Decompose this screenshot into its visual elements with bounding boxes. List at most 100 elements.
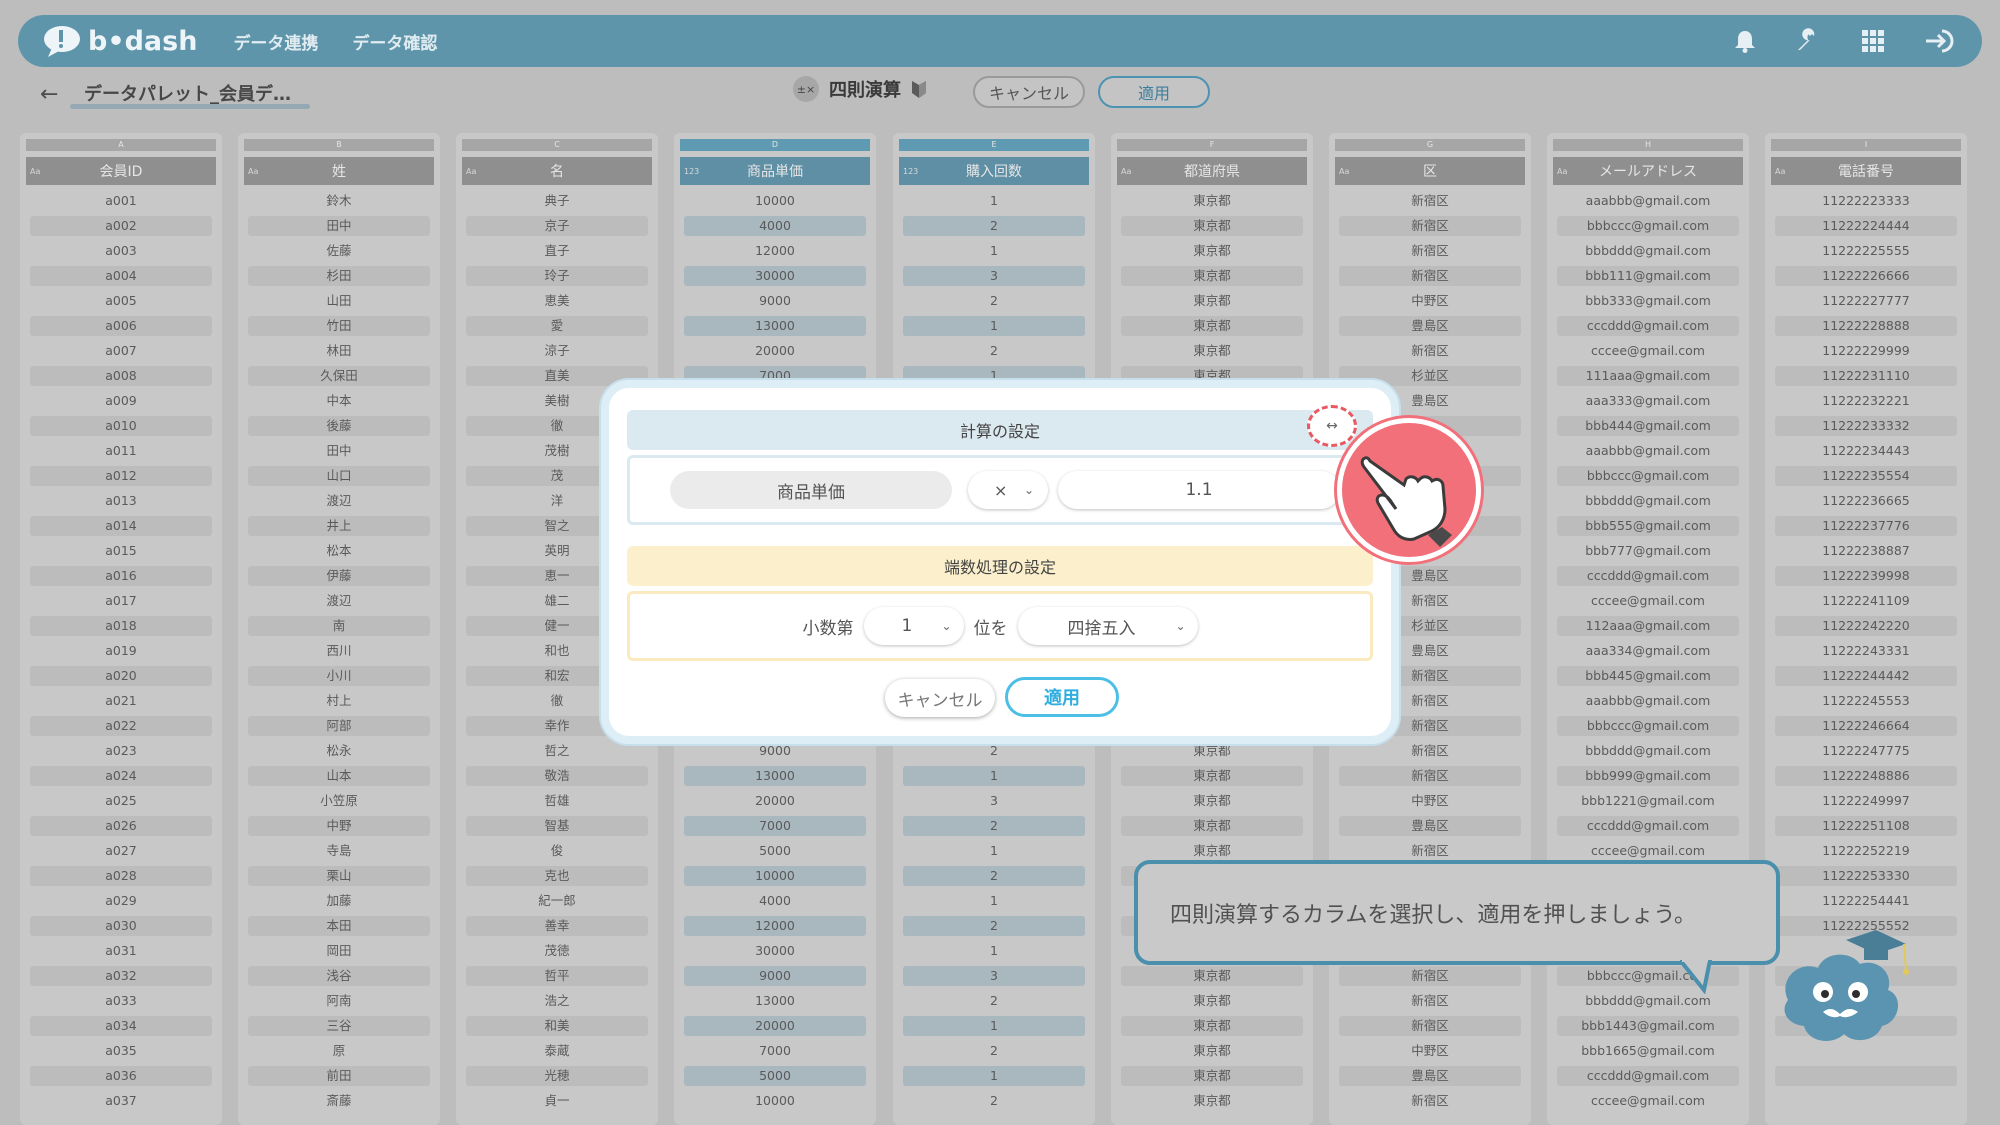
table-cell[interactable]: 11222247775 [1775,741,1957,761]
table-cell[interactable]: bbb1221@gmail.com [1557,791,1739,811]
rounding-method-select[interactable]: 四捨五入 ⌄ [1017,607,1198,645]
table-cell[interactable]: a009 [30,391,212,411]
table-cell[interactable]: 東京都 [1121,191,1303,211]
table-cell[interactable]: 渡辺 [248,491,430,511]
table-cell[interactable]: a012 [30,466,212,486]
table-cell[interactable]: a025 [30,791,212,811]
table-cell[interactable]: 敬浩 [466,766,648,786]
table-cell[interactable]: 東京都 [1121,1041,1303,1061]
table-cell[interactable]: 山田 [248,291,430,311]
table-cell[interactable]: a031 [30,941,212,961]
table-cell[interactable]: 7000 [684,1041,866,1061]
table-cell[interactable]: a022 [30,716,212,736]
table-cell[interactable]: 豊島区 [1339,1066,1521,1086]
table-cell[interactable]: 11222231110 [1775,366,1957,386]
table-cell[interactable]: 東京都 [1121,341,1303,361]
table-cell[interactable]: 本田 [248,916,430,936]
header-cancel-button[interactable]: キャンセル [973,76,1085,108]
table-cell[interactable]: bbb1443@gmail.com [1557,1016,1739,1036]
table-cell[interactable]: bbbddd@gmail.com [1557,741,1739,761]
table-cell[interactable]: 新宿区 [1339,266,1521,286]
column-letter[interactable]: D [680,139,870,151]
table-cell[interactable]: 松永 [248,741,430,761]
table-cell[interactable]: a018 [30,616,212,636]
table-cell[interactable]: 5000 [684,1066,866,1086]
table-cell[interactable]: 112aaa@gmail.com [1557,616,1739,636]
table-cell[interactable]: 11222239998 [1775,566,1957,586]
table-cell[interactable]: a015 [30,541,212,561]
table-cell[interactable]: cccddd@gmail.com [1557,316,1739,336]
table-cell[interactable]: 東京都 [1121,1066,1303,1086]
table-cell[interactable]: a036 [30,1066,212,1086]
table-cell[interactable]: 哲平 [466,966,648,986]
table-cell[interactable]: 茂徳 [466,941,648,961]
table-cell[interactable]: 中野区 [1339,291,1521,311]
table-cell[interactable]: 東京都 [1121,1091,1303,1111]
table-cell[interactable]: bbb777@gmail.com [1557,541,1739,561]
table-cell[interactable]: aaabbb@gmail.com [1557,441,1739,461]
table-cell[interactable]: a020 [30,666,212,686]
table-cell[interactable]: a024 [30,766,212,786]
table-cell[interactable]: 11222246664 [1775,716,1957,736]
table-cell[interactable]: aaa333@gmail.com [1557,391,1739,411]
table-cell[interactable]: 豊島区 [1339,816,1521,836]
table-cell[interactable]: aaa334@gmail.com [1557,641,1739,661]
table-cell[interactable]: a017 [30,591,212,611]
column-letter[interactable]: G [1335,139,1525,151]
table-cell[interactable]: a026 [30,816,212,836]
table-cell[interactable]: 杉田 [248,266,430,286]
table-cell[interactable]: 豊島区 [1339,316,1521,336]
table-cell[interactable]: 光穂 [466,1066,648,1086]
table-cell[interactable]: 阿南 [248,991,430,1011]
table-cell[interactable]: 浩之 [466,991,648,1011]
table-cell[interactable]: 新宿区 [1339,841,1521,861]
table-cell[interactable]: bbb1665@gmail.com [1557,1041,1739,1061]
table-cell[interactable]: 12000 [684,241,866,261]
table-cell[interactable]: 11222251108 [1775,816,1957,836]
table-cell[interactable]: 岡田 [248,941,430,961]
column-header[interactable]: Aa 都道府県 [1117,157,1307,185]
table-cell[interactable]: 2 [903,341,1085,361]
table-cell[interactable]: 東京都 [1121,266,1303,286]
table-cell[interactable]: 西川 [248,641,430,661]
table-cell[interactable]: 渡辺 [248,591,430,611]
table-cell[interactable]: 1 [903,841,1085,861]
table-cell[interactable]: 愛 [466,316,648,336]
table-cell[interactable]: a010 [30,416,212,436]
table-cell[interactable]: 2 [903,866,1085,886]
table-cell[interactable]: 南 [248,616,430,636]
table-cell[interactable]: 11222228888 [1775,316,1957,336]
table-cell[interactable]: 10000 [684,1091,866,1111]
table-cell[interactable]: 3 [903,966,1085,986]
table-cell[interactable]: 中野区 [1339,791,1521,811]
table-cell[interactable]: 2 [903,216,1085,236]
table-cell[interactable]: bbb445@gmail.com [1557,666,1739,686]
table-cell[interactable]: a033 [30,991,212,1011]
table-cell[interactable]: 新宿区 [1339,766,1521,786]
table-cell[interactable]: 11222238887 [1775,541,1957,561]
table-cell[interactable]: 鈴木 [248,191,430,211]
table-cell[interactable]: 村上 [248,691,430,711]
table-cell[interactable]: 30000 [684,941,866,961]
table-cell[interactable]: a008 [30,366,212,386]
table-cell[interactable]: 11222229999 [1775,341,1957,361]
table-cell[interactable]: a001 [30,191,212,211]
column-letter[interactable]: E [899,139,1089,151]
table-cell[interactable]: bbb444@gmail.com [1557,416,1739,436]
logo[interactable]: b•dash [42,24,197,58]
table-cell[interactable]: 1 [903,316,1085,336]
table-cell[interactable]: 9000 [684,291,866,311]
table-cell[interactable]: 佐藤 [248,241,430,261]
table-cell[interactable]: 3 [903,266,1085,286]
table-cell[interactable]: 東京都 [1121,291,1303,311]
table-cell[interactable]: 13000 [684,316,866,336]
table-cell[interactable]: 山口 [248,466,430,486]
table-cell[interactable]: 中野区 [1339,1041,1521,1061]
table-cell[interactable]: bbb555@gmail.com [1557,516,1739,536]
table-cell[interactable]: 東京都 [1121,991,1303,1011]
table-cell[interactable]: cccee@gmail.com [1557,841,1739,861]
table-cell[interactable]: a034 [30,1016,212,1036]
table-cell[interactable]: 11222227777 [1775,291,1957,311]
table-cell[interactable]: 貞一 [466,1091,648,1111]
table-cell[interactable]: 11222224444 [1775,216,1957,236]
